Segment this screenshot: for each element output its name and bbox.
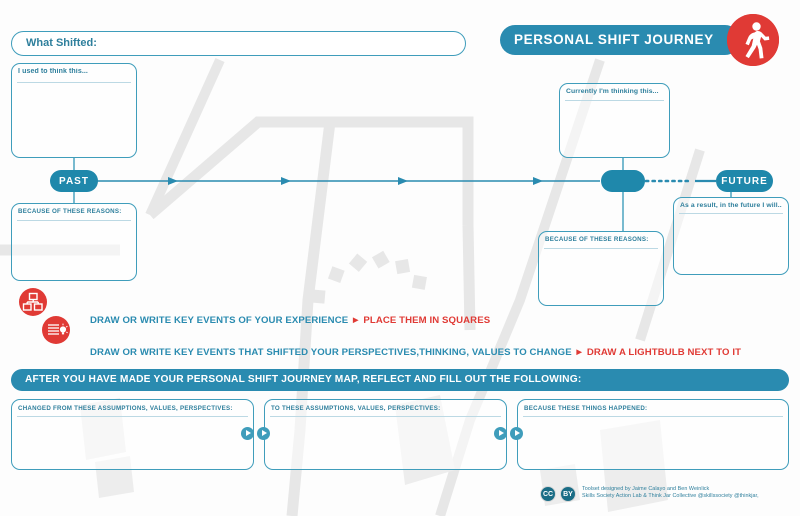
worksheet-canvas: What Shifted: PERSONAL SHIFT JOURNEY I u… [0, 0, 800, 516]
future-pill: FUTURE [716, 170, 773, 192]
walking-person-icon [727, 14, 779, 66]
past-label: PAST [59, 175, 89, 187]
future-label: FUTURE [721, 175, 768, 187]
past-pill: PAST [50, 170, 98, 192]
timeline-axis [73, 158, 732, 231]
timeline-now-node [601, 170, 645, 192]
